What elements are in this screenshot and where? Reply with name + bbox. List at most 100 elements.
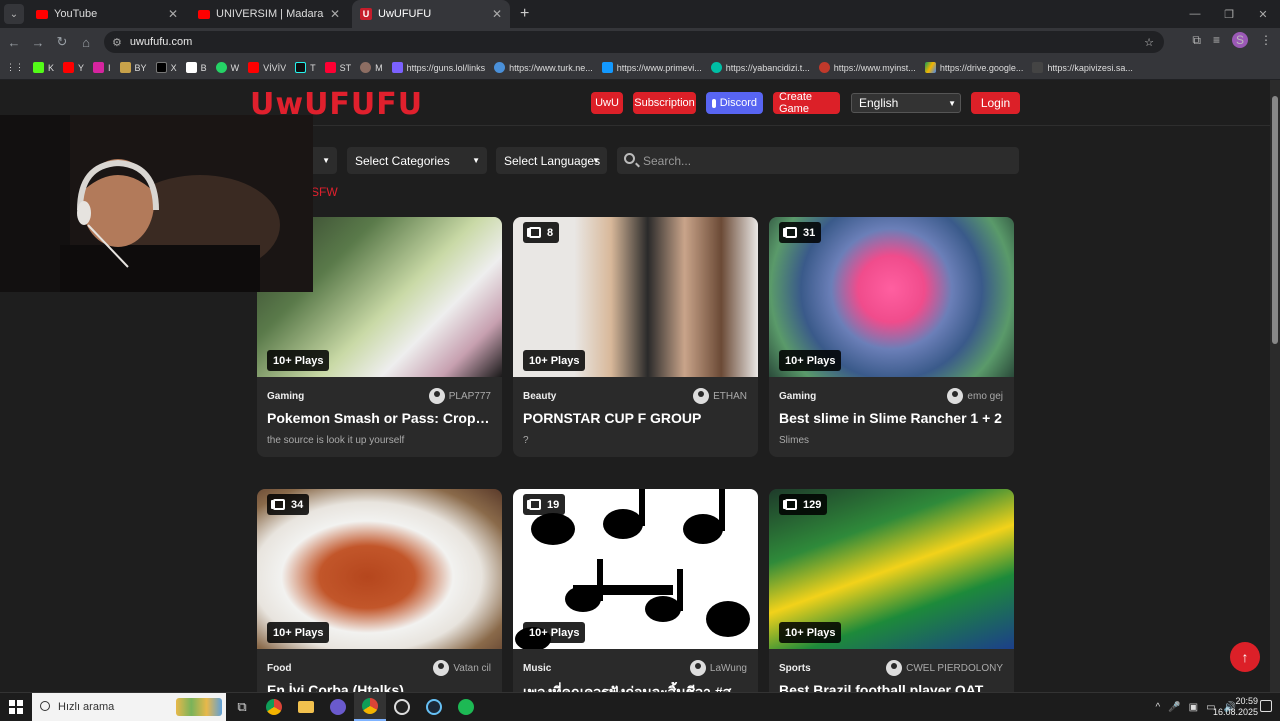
prime-icon xyxy=(601,62,613,73)
bookmark-item[interactable]: W xyxy=(215,62,239,73)
spotify-icon[interactable] xyxy=(450,693,482,721)
card-author[interactable]: LaWung xyxy=(689,660,747,676)
discord-icon xyxy=(712,98,716,108)
chrome-active-icon[interactable] xyxy=(354,692,386,721)
bookmark-item[interactable]: VİVİV xyxy=(248,62,286,73)
discord-button[interactable]: Discord xyxy=(706,92,763,114)
tab-search-button[interactable]: ⌄ xyxy=(4,4,24,24)
minimize-icon[interactable]: — xyxy=(1178,0,1212,28)
chrome-icon[interactable] xyxy=(258,693,290,721)
back-icon[interactable]: ← xyxy=(2,35,26,50)
languages-select[interactable]: Select Languages ▼ xyxy=(496,147,607,174)
profile-avatar[interactable]: S xyxy=(1232,32,1248,48)
game-card[interactable]: 8 10+ Plays Beauty ETHAN PORNSTAR CUP F … xyxy=(513,217,758,457)
close-window-icon[interactable]: ✕ xyxy=(1246,0,1280,28)
game-card[interactable]: 19 10+ Plays Music LaWung เพลงที่คุณควรฟ… xyxy=(513,489,758,692)
bookmark-item[interactable]: https://www.myinst... xyxy=(818,62,916,73)
bookmark-item[interactable]: https://www.primevi... xyxy=(601,62,702,73)
subscription-button[interactable]: Subscription xyxy=(633,92,696,114)
bookmark-item[interactable]: https://kapivizesi.sa... xyxy=(1032,62,1133,73)
back-to-top-button[interactable]: ↑ xyxy=(1230,642,1260,672)
bookmark-item[interactable]: T xyxy=(295,62,316,73)
game-card[interactable]: 31 10+ Plays Gaming emo gej Best slime i… xyxy=(769,217,1014,457)
search-icon xyxy=(624,153,635,164)
steam-icon[interactable] xyxy=(418,693,450,721)
card-description: Slimes xyxy=(779,435,810,446)
chevron-down-icon: ▼ xyxy=(322,156,330,165)
bookmark-item[interactable]: X xyxy=(155,62,177,73)
game-card[interactable]: 129 10+ Plays Sports CWEL PIERDOLONY Bes… xyxy=(769,489,1014,692)
categories-select[interactable]: Select Categories ▼ xyxy=(347,147,487,174)
restore-icon[interactable]: ❐ xyxy=(1212,0,1246,28)
extensions-icon[interactable]: ⧉ xyxy=(1192,33,1201,48)
bookmark-item[interactable]: https://drive.google... xyxy=(924,62,1023,73)
search-input[interactable]: Search... xyxy=(617,147,1019,174)
bookmark-item[interactable]: Y xyxy=(63,62,84,73)
close-icon[interactable]: ✕ xyxy=(492,7,502,21)
cards-icon xyxy=(785,499,797,510)
address-bar[interactable]: ⚙ uwufufu.com ☆ xyxy=(104,31,1164,53)
menu-icon[interactable]: ⋮ xyxy=(1260,33,1272,47)
bookmark-item[interactable]: M xyxy=(360,62,383,73)
bookmark-item[interactable]: B xyxy=(185,62,207,73)
card-category: Food xyxy=(267,663,292,674)
globe-icon xyxy=(818,62,830,73)
chevron-up-icon[interactable]: ^ xyxy=(1155,702,1160,713)
whatsapp-icon xyxy=(215,62,227,73)
game-card[interactable]: 34 10+ Plays Food Vatan cil En İyi Çorba… xyxy=(257,489,502,692)
nsfw-toggle-label[interactable]: SFW xyxy=(311,185,338,199)
bookmark-star-icon[interactable]: ☆ xyxy=(1144,36,1154,49)
task-view-icon[interactable]: ⧉ xyxy=(226,693,258,721)
uwufufu-favicon: U xyxy=(360,8,372,20)
close-icon[interactable]: ✕ xyxy=(330,7,340,21)
card-title: Best slime in Slime Rancher 1 + 2 xyxy=(779,410,1002,426)
taskbar-search[interactable]: Hızlı arama xyxy=(32,692,226,721)
bookmark-item[interactable]: https://guns.lol/links xyxy=(391,62,485,73)
card-author[interactable]: ETHAN xyxy=(693,388,747,404)
url-text: uwufufu.com xyxy=(129,36,193,48)
bookmark-item[interactable]: ST xyxy=(324,62,351,73)
media-icon[interactable]: ≡ xyxy=(1213,33,1220,47)
clock-time: 20:59 xyxy=(1235,696,1258,706)
card-author[interactable]: Vatan cil xyxy=(433,660,491,676)
uwu-button[interactable]: UwU xyxy=(591,92,623,114)
tray-app-icon[interactable]: ▣ xyxy=(1189,702,1198,713)
card-category: Gaming xyxy=(779,391,817,402)
card-author[interactable]: emo gej xyxy=(947,388,1003,404)
bookmark-item[interactable]: https://yabancidizi.t... xyxy=(710,62,810,73)
tab-uwufufu[interactable]: U UwUFUFU ✕ xyxy=(352,0,510,28)
language-value: English xyxy=(859,96,899,110)
bookmark-item[interactable]: https://www.turk.ne... xyxy=(494,62,593,73)
apps-icon[interactable]: ⋮⋮ xyxy=(6,62,24,73)
microphone-icon[interactable]: 🎤 xyxy=(1168,702,1180,713)
forward-icon[interactable]: → xyxy=(26,35,50,50)
discord-label: Discord xyxy=(719,97,757,109)
home-icon[interactable]: ⌂ xyxy=(74,35,98,50)
file-explorer-icon[interactable] xyxy=(290,693,322,721)
tab-universim[interactable]: UNIVERSIM | Madara Olduk #5 ✕ xyxy=(190,0,348,28)
new-tab-button[interactable]: + xyxy=(520,5,529,23)
card-author[interactable]: PLAP777 xyxy=(428,388,491,404)
language-select[interactable]: English ▼ xyxy=(851,93,961,113)
bookmark-item[interactable]: K xyxy=(33,62,54,73)
bookmark-item[interactable]: I xyxy=(93,62,111,73)
site-info-icon[interactable]: ⚙ xyxy=(112,36,122,49)
bookmark-item[interactable]: BY xyxy=(119,62,147,73)
start-button[interactable] xyxy=(0,693,32,721)
create-game-button[interactable]: Create Game xyxy=(773,91,840,115)
notification-icon[interactable] xyxy=(1260,700,1272,712)
tab-title: UwUFUFU xyxy=(378,8,432,20)
login-button[interactable]: Login xyxy=(971,92,1020,114)
close-icon[interactable]: ✕ xyxy=(168,7,178,21)
card-author[interactable]: CWEL PIERDOLONY xyxy=(886,660,1003,676)
app-icon[interactable] xyxy=(322,693,354,721)
tab-youtube[interactable]: YouTube ✕ xyxy=(28,0,186,28)
scrollbar-thumb[interactable] xyxy=(1272,96,1278,344)
obs-icon[interactable] xyxy=(386,693,418,721)
clock[interactable]: 20:59 16.08.2025 xyxy=(1213,696,1258,718)
page-scrollbar[interactable] xyxy=(1270,80,1280,692)
taskbar-search-placeholder: Hızlı arama xyxy=(58,700,115,713)
window-controls: — ❐ ✕ xyxy=(1178,0,1280,28)
toolbar-actions: ⧉ ≡ S ⋮ xyxy=(1192,32,1272,48)
reload-icon[interactable]: ↻ xyxy=(50,34,74,50)
